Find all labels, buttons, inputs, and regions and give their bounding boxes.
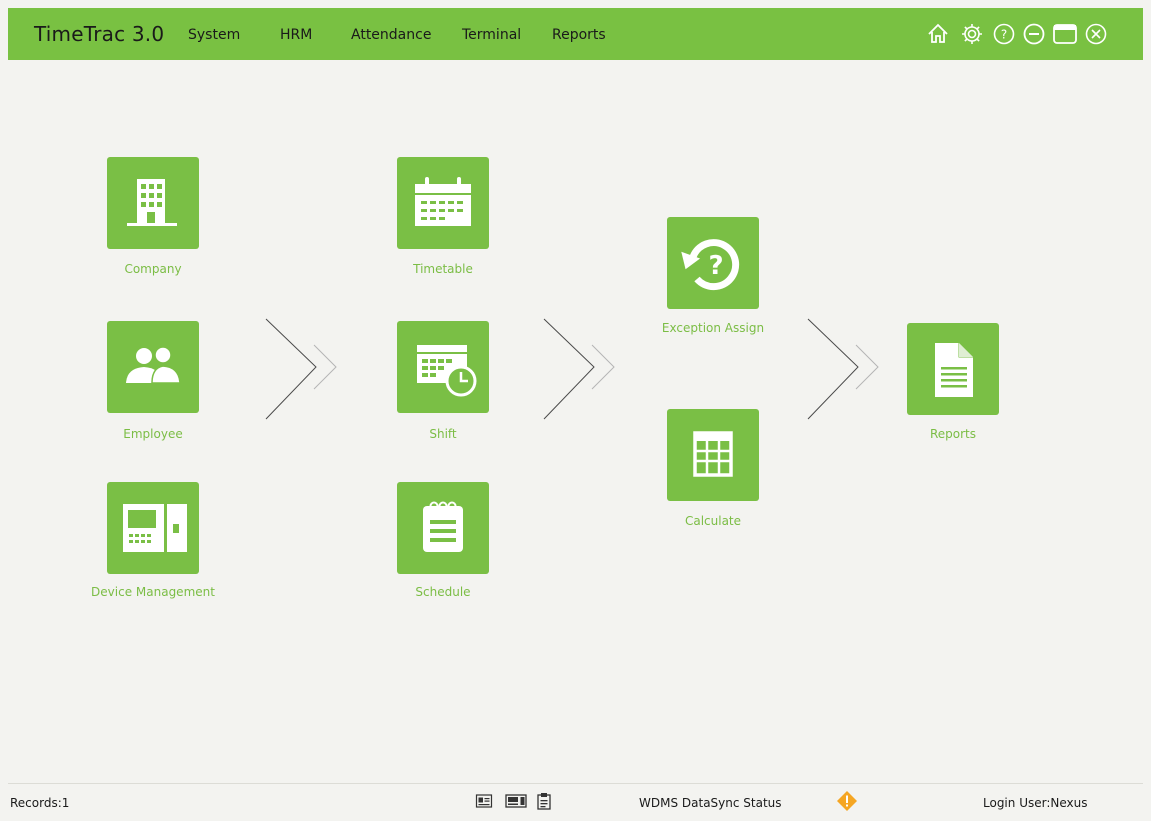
status-bar: Records:1 WDMS DataSync Status Login Use… <box>8 783 1143 821</box>
flow-arrow-icon <box>543 318 615 420</box>
company-tile[interactable] <box>107 157 199 249</box>
document-icon <box>935 343 973 397</box>
login-user: Login User:Nexus <box>983 796 1088 810</box>
svg-text:?: ? <box>1001 28 1007 42</box>
datasync-status-label: WDMS DataSync Status <box>639 796 782 810</box>
building-icon <box>127 179 177 226</box>
users-icon <box>126 346 181 384</box>
app-title: TimeTrac 3.0 <box>34 22 165 46</box>
calendar-icon <box>415 177 471 226</box>
reports-tile[interactable] <box>907 323 999 415</box>
home-icon[interactable] <box>926 22 950 46</box>
device-management-tile[interactable] <box>107 482 199 574</box>
flow-arrow-icon <box>265 318 337 420</box>
menu-hrm[interactable]: HRM <box>280 27 312 43</box>
history-question-icon: ? <box>681 239 740 291</box>
terminal-device-icon <box>123 504 187 552</box>
company-label[interactable]: Company <box>53 262 253 276</box>
notepad-icon <box>423 501 463 552</box>
maximize-icon[interactable] <box>1052 22 1078 46</box>
help-icon[interactable]: ? <box>992 22 1016 46</box>
device-management-label[interactable]: Device Management <box>53 585 253 599</box>
schedule-tile[interactable] <box>397 482 489 574</box>
table-grid-icon <box>693 431 733 477</box>
minimize-icon[interactable] <box>1022 22 1046 46</box>
calendar-clock-icon <box>417 345 477 397</box>
title-bar: TimeTrac 3.0 System HRM Attendance Termi… <box>8 8 1143 60</box>
device-icon[interactable] <box>505 792 527 810</box>
menu-reports[interactable]: Reports <box>552 27 606 43</box>
menu-attendance[interactable]: Attendance <box>351 27 431 43</box>
timetable-label[interactable]: Timetable <box>343 262 543 276</box>
calculate-label[interactable]: Calculate <box>613 514 813 528</box>
menu-terminal[interactable]: Terminal <box>462 27 521 43</box>
employee-label[interactable]: Employee <box>53 427 253 441</box>
menu-system[interactable]: System <box>188 27 240 43</box>
shift-tile[interactable] <box>397 321 489 413</box>
flow-arrow-icon <box>807 318 879 420</box>
clipboard-icon[interactable] <box>535 792 553 810</box>
schedule-label[interactable]: Schedule <box>343 585 543 599</box>
svg-text:?: ? <box>708 251 723 281</box>
reports-label[interactable]: Reports <box>853 427 1053 441</box>
warning-diamond-icon[interactable] <box>836 790 858 812</box>
records-count: Records:1 <box>10 796 70 810</box>
employee-tile[interactable] <box>107 321 199 413</box>
calculate-tile[interactable] <box>667 409 759 501</box>
exception-assign-label[interactable]: Exception Assign <box>613 321 813 335</box>
close-icon[interactable] <box>1084 22 1108 46</box>
exception-assign-tile[interactable]: ? <box>667 217 759 309</box>
id-card-icon[interactable] <box>475 792 493 810</box>
shift-label[interactable]: Shift <box>343 427 543 441</box>
timetable-tile[interactable] <box>397 157 489 249</box>
settings-icon[interactable] <box>960 22 984 46</box>
